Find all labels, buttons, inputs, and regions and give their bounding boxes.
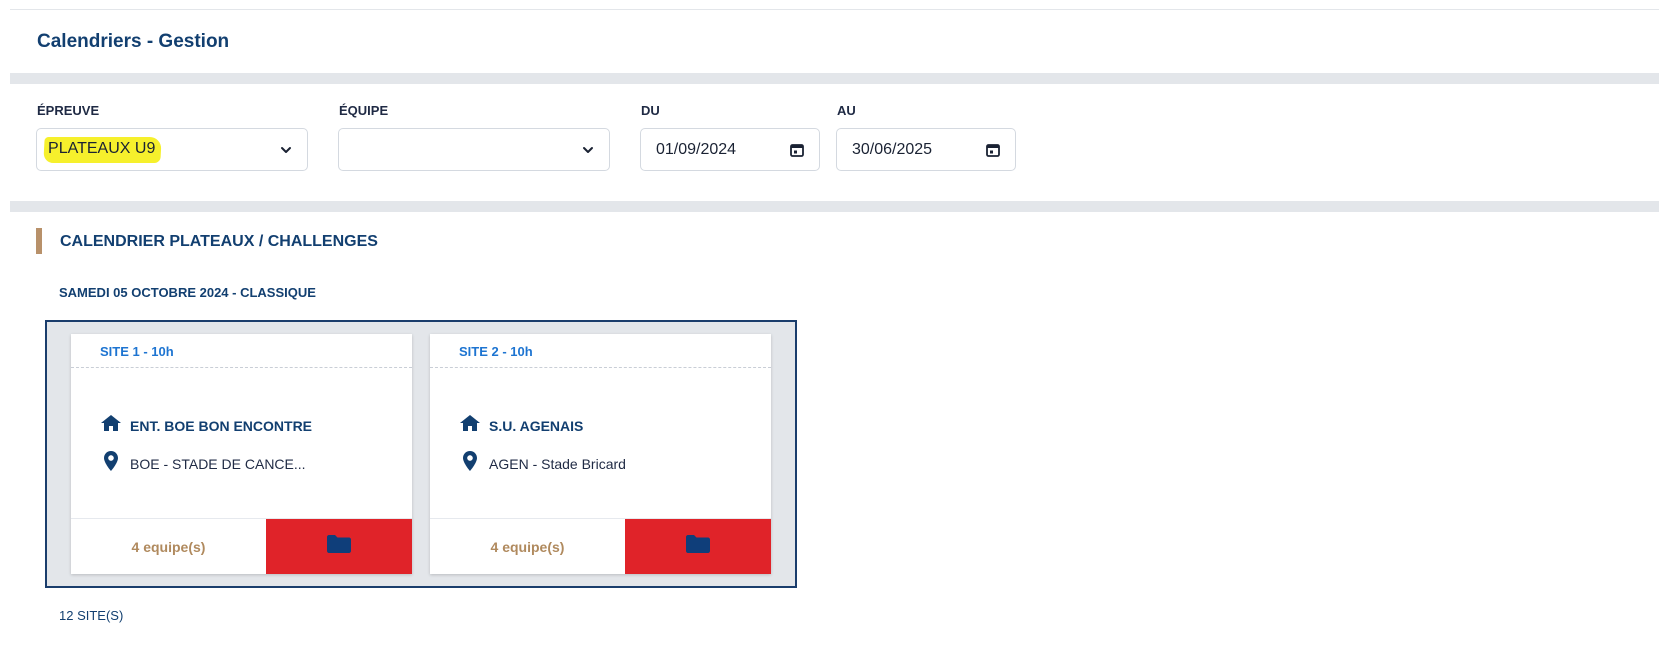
epreuve-select[interactable]: PLATEAUX U9	[36, 128, 308, 171]
calendar-icon[interactable]	[985, 142, 1001, 158]
team-count: 4 equipe(s)	[490, 538, 565, 555]
site-header: SITE 1 - 10h	[71, 334, 412, 368]
team-count: 4 equipe(s)	[131, 538, 206, 555]
open-folder-button[interactable]	[625, 519, 771, 574]
site-card: SITE 1 - 10h ENT. BOE BON ENCONTRE BOE -…	[71, 334, 412, 574]
sites-container: SITE 1 - 10h ENT. BOE BON ENCONTRE BOE -…	[45, 320, 797, 588]
location-row: AGEN - Stade Bricard	[463, 451, 626, 476]
home-icon	[459, 414, 481, 437]
site-header: SITE 2 - 10h	[430, 334, 771, 368]
site-count[interactable]: 12 SITE(S)	[59, 608, 123, 623]
open-folder-button[interactable]	[266, 519, 412, 574]
chevron-down-icon	[581, 143, 595, 157]
du-date-input[interactable]: 01/09/2024	[640, 128, 820, 171]
club-row: S.U. AGENAIS	[459, 414, 583, 437]
site-card: SITE 2 - 10h S.U. AGENAIS AGEN - Stade B…	[430, 334, 771, 574]
location-name: AGEN - Stade Bricard	[489, 455, 626, 472]
site-footer: 4 equipe(s)	[430, 518, 771, 574]
club-row: ENT. BOE BON ENCONTRE	[100, 414, 312, 437]
equipe-select[interactable]	[338, 128, 610, 171]
folder-icon	[326, 534, 352, 559]
section-accent-bar	[36, 228, 42, 254]
du-value: 01/09/2024	[656, 140, 737, 158]
equipe-label: ÉQUIPE	[339, 103, 389, 118]
chevron-down-icon	[279, 143, 293, 157]
section-separator	[10, 73, 1659, 84]
map-pin-icon	[104, 451, 118, 476]
section-separator	[10, 201, 1659, 212]
page-title: Calendriers - Gestion	[37, 31, 230, 52]
folder-icon	[685, 534, 711, 559]
top-divider	[10, 9, 1659, 10]
highlighted-value: PLATEAUX U9	[43, 136, 162, 163]
map-pin-icon	[463, 451, 477, 476]
calendar-icon[interactable]	[789, 142, 805, 158]
au-label: AU	[837, 103, 856, 118]
home-icon	[100, 414, 122, 437]
site-footer: 4 equipe(s)	[71, 518, 412, 574]
event-date-heading: SAMEDI 05 OCTOBRE 2024 - CLASSIQUE	[59, 285, 316, 300]
section-title: CALENDRIER PLATEAUX / CHALLENGES	[60, 233, 378, 250]
du-label: DU	[641, 103, 660, 118]
epreuve-label: ÉPREUVE	[37, 103, 100, 118]
location-name: BOE - STADE DE CANCE...	[130, 455, 306, 472]
au-value: 30/06/2025	[852, 140, 933, 158]
location-row: BOE - STADE DE CANCE...	[104, 451, 306, 476]
club-name: ENT. BOE BON ENCONTRE	[130, 417, 313, 434]
club-name: S.U. AGENAIS	[489, 417, 584, 434]
au-date-input[interactable]: 30/06/2025	[836, 128, 1016, 171]
